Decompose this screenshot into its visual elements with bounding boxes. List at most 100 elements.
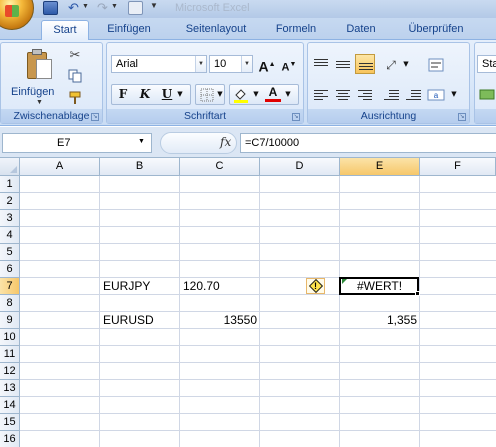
print-icon[interactable] [128, 1, 143, 15]
grid-line [20, 328, 496, 329]
borders-icon[interactable] [197, 85, 217, 104]
grid-line [20, 243, 496, 244]
orientation-icon[interactable]: ⤢ [381, 55, 401, 75]
font-size-select[interactable]: 10 ▼ [209, 55, 253, 73]
row-header-5[interactable]: 5 [0, 244, 20, 261]
redo-icon[interactable]: ↷ [95, 1, 110, 15]
number-format-value: Sta [482, 58, 496, 70]
grid-line [20, 396, 496, 397]
align-bottom-icon[interactable] [355, 54, 375, 74]
format-painter-icon[interactable] [67, 91, 83, 107]
tab-formeln[interactable]: Formeln [268, 20, 324, 40]
column-header-f[interactable]: F [420, 158, 496, 176]
clipboard-launcher-icon[interactable]: ↘ [91, 113, 99, 121]
row-header-16[interactable]: 16 [0, 431, 20, 447]
tab-daten[interactable]: Daten [338, 20, 384, 40]
number-format-select[interactable]: Sta [477, 55, 496, 73]
insert-function-icon[interactable]: fx [220, 135, 231, 149]
column-header-e[interactable]: E [340, 158, 420, 176]
ribbon-tabs: Start Einfügen Seitenlayout Formeln Date… [0, 18, 496, 41]
row-header-8[interactable]: 8 [0, 295, 20, 312]
fill-handle[interactable] [415, 291, 420, 296]
chevron-down-icon[interactable]: ▼ [138, 138, 145, 145]
row-header-6[interactable]: 6 [0, 261, 20, 278]
paste-icon[interactable] [27, 49, 53, 81]
bold-button[interactable]: F [113, 85, 133, 104]
align-top-icon[interactable] [311, 55, 331, 75]
column-header-d[interactable]: D [260, 158, 340, 176]
grid-line [20, 294, 496, 295]
grid-line [20, 362, 496, 363]
cut-icon[interactable]: ✂ [67, 47, 83, 63]
font-color-icon[interactable]: A [263, 85, 283, 104]
row-header-7[interactable]: 7 [0, 278, 20, 295]
wrap-text-icon[interactable] [426, 55, 446, 75]
error-options-button[interactable]: ! [306, 278, 325, 294]
orientation-dropdown-icon[interactable]: ▼ [401, 55, 411, 74]
row-header-10[interactable]: 10 [0, 329, 20, 346]
row-header-3[interactable]: 3 [0, 210, 20, 227]
fill-color-icon[interactable] [231, 85, 251, 104]
row-header-15[interactable]: 15 [0, 414, 20, 431]
column-header-a[interactable]: A [20, 158, 100, 176]
merge-dropdown-icon[interactable]: ▼ [449, 85, 459, 104]
fill-color-dropdown-icon[interactable]: ▼ [251, 85, 261, 104]
alignment-launcher-icon[interactable]: ↘ [458, 113, 466, 121]
number-group-label [475, 109, 496, 123]
underline-button[interactable]: U [157, 85, 177, 104]
redo-dropdown-icon[interactable]: ▼ [111, 3, 118, 10]
column-header-b[interactable]: B [100, 158, 180, 176]
paste-dropdown-icon[interactable]: ▼ [36, 99, 43, 106]
align-center-icon[interactable] [333, 85, 353, 105]
tab-einfuegen[interactable]: Einfügen [96, 20, 162, 40]
row-header-9[interactable]: 9 [0, 312, 20, 329]
font-color-dropdown-icon[interactable]: ▼ [283, 85, 293, 104]
tab-seitenlayout[interactable]: Seitenlayout [174, 20, 258, 40]
column-header-c[interactable]: C [180, 158, 260, 176]
row-header-14[interactable]: 14 [0, 397, 20, 414]
row-header-11[interactable]: 11 [0, 346, 20, 363]
cell-e9[interactable]: 1,355 [340, 312, 417, 328]
tab-start[interactable]: Start [41, 20, 89, 41]
select-all-button[interactable] [0, 158, 20, 176]
grid-line [20, 277, 496, 278]
align-left-icon[interactable] [311, 85, 331, 105]
font-name-select[interactable]: Arial ▼ [111, 55, 207, 73]
row-header-1[interactable]: 1 [0, 176, 20, 193]
grid-line [20, 379, 496, 380]
underline-dropdown-icon[interactable]: ▼ [175, 85, 185, 104]
row-header-13[interactable]: 13 [0, 380, 20, 397]
tab-ueberpruefen[interactable]: Überprüfen [398, 20, 474, 40]
shrink-font-icon[interactable]: A▼ [279, 55, 299, 74]
undo-dropdown-icon[interactable]: ▼ [82, 3, 89, 10]
cell-b7[interactable]: EURJPY [103, 278, 150, 294]
svg-text:a: a [434, 91, 439, 100]
customize-toolbar-icon[interactable]: ▼ [150, 1, 158, 10]
row-header-12[interactable]: 12 [0, 363, 20, 380]
paste-button-label[interactable]: Einfügen [11, 86, 54, 98]
copy-icon[interactable] [67, 69, 83, 85]
spreadsheet-grid[interactable]: A B C D E F 1 2 3 4 5 6 7 8 9 10 11 12 1… [0, 158, 496, 447]
italic-button[interactable]: K [135, 85, 155, 104]
font-launcher-icon[interactable]: ↘ [292, 113, 300, 121]
name-box[interactable]: E7 [2, 133, 152, 153]
align-right-icon[interactable] [355, 85, 375, 105]
decrease-indent-icon[interactable] [381, 85, 401, 105]
cell-c9[interactable]: 13550 [180, 312, 257, 328]
formula-input[interactable]: =C7/10000 [240, 133, 496, 153]
currency-icon[interactable] [479, 87, 495, 103]
save-icon[interactable] [43, 1, 58, 15]
cell-c7[interactable]: 120.70 [183, 278, 220, 294]
grid-line [20, 192, 496, 193]
align-middle-icon[interactable] [333, 55, 353, 75]
borders-dropdown-icon[interactable]: ▼ [215, 85, 225, 104]
undo-icon[interactable]: ↶ [66, 1, 81, 15]
merge-center-icon[interactable]: a [426, 85, 446, 105]
grid-line [20, 413, 496, 414]
row-header-4[interactable]: 4 [0, 227, 20, 244]
increase-indent-icon[interactable] [403, 85, 423, 105]
row-header-2[interactable]: 2 [0, 193, 20, 210]
cell-b9[interactable]: EURUSD [103, 312, 154, 328]
title-bar: ↶ ▼ ↷ ▼ ▼ Microsoft Excel [0, 0, 496, 30]
grow-font-icon[interactable]: A▲ [257, 55, 277, 75]
